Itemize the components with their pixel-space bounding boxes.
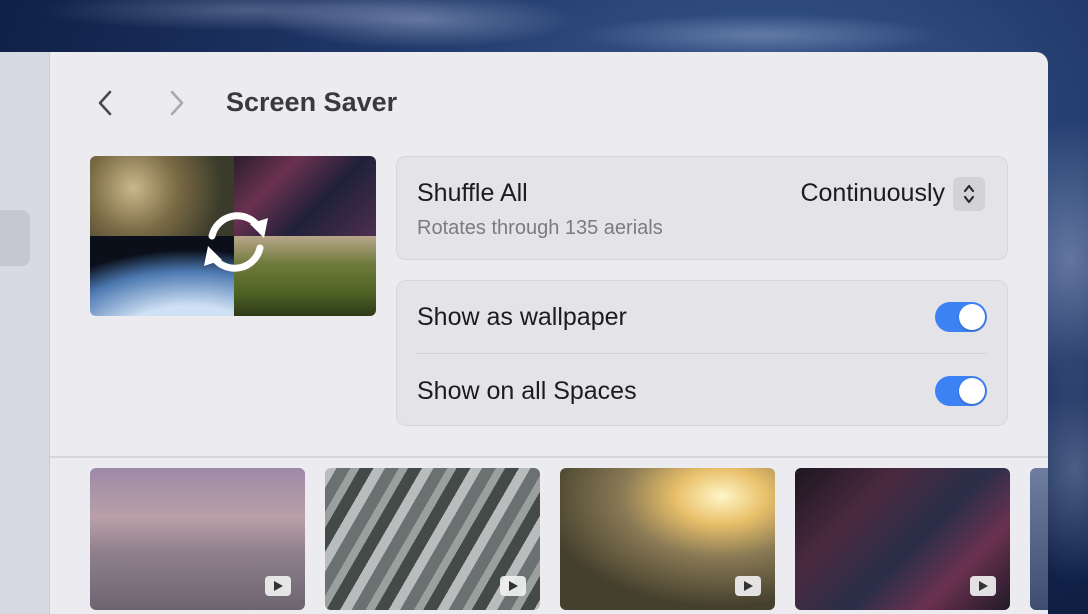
- chevron-right-icon: [170, 90, 184, 116]
- shuffle-subtitle: Rotates through 135 aerials: [417, 217, 663, 239]
- play-badge: [265, 576, 291, 596]
- toggle-knob: [959, 378, 985, 404]
- page-title: Screen Saver: [226, 87, 398, 117]
- settings-window: Screen Saver Shuffle All Rotates through…: [50, 52, 1048, 614]
- up-down-chevrons-icon: [963, 184, 975, 204]
- shuffle-title: Shuffle All: [417, 179, 528, 207]
- divider: [417, 353, 987, 354]
- refresh-icon: [204, 212, 268, 272]
- back-button[interactable]: [90, 88, 120, 118]
- show-on-all-spaces-label: Show on all Spaces: [417, 377, 637, 405]
- play-icon: [979, 581, 988, 591]
- thumbnail-partial[interactable]: [1030, 468, 1048, 610]
- section-divider: [50, 456, 1048, 458]
- thumbnail-night-city-aerial[interactable]: [795, 468, 1010, 610]
- show-as-wallpaper-toggle[interactable]: [935, 302, 987, 332]
- options-group: Show as wallpaper Show on all Spaces: [396, 280, 1008, 426]
- sidebar-selected-item[interactable]: [0, 210, 30, 266]
- thumbnail-highway-interchange[interactable]: [325, 468, 540, 610]
- forward-button[interactable]: [162, 88, 192, 118]
- thumbnail-dubai-skyline[interactable]: [90, 468, 305, 610]
- play-badge: [970, 576, 996, 596]
- sidebar: [0, 52, 50, 614]
- play-badge: [500, 576, 526, 596]
- show-as-wallpaper-label: Show as wallpaper: [417, 303, 627, 331]
- play-icon: [274, 581, 283, 591]
- play-icon: [744, 581, 753, 591]
- thumbnail-sunset-city[interactable]: [560, 468, 775, 610]
- frequency-select-value[interactable]: Continuously: [800, 179, 945, 208]
- play-badge: [735, 576, 761, 596]
- play-icon: [509, 581, 518, 591]
- show-on-all-spaces-toggle[interactable]: [935, 376, 987, 406]
- chevron-left-icon: [98, 90, 112, 116]
- frequency-select-button[interactable]: [953, 177, 985, 211]
- toggle-knob: [959, 304, 985, 330]
- shuffle-group: Shuffle All Rotates through 135 aerials …: [396, 156, 1008, 260]
